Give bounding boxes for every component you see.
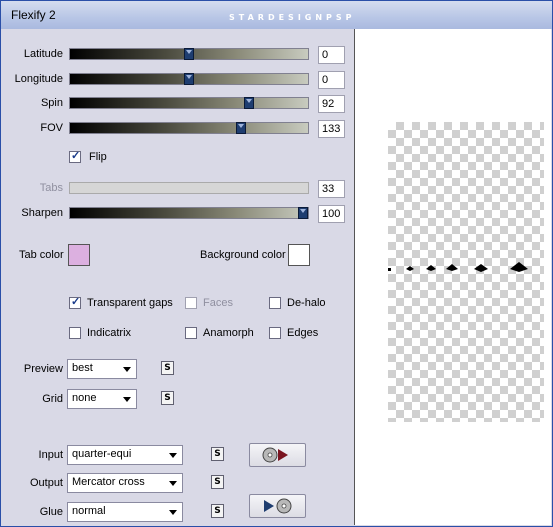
anamorph-label: Anamorph [203, 327, 254, 339]
chevron-down-icon [169, 453, 177, 458]
flexify-dialog: Flexify 2 STARDESIGNPSP Latitude 0 Longi… [0, 0, 553, 527]
transparent-gaps-checkbox[interactable] [69, 295, 81, 309]
slider-thumb[interactable] [236, 122, 247, 134]
play-disc-icon [264, 498, 292, 514]
longitude-label: Longitude [14, 73, 63, 85]
preview-image [388, 262, 528, 272]
chevron-down-icon [123, 367, 131, 372]
tab-color-swatch[interactable] [68, 244, 90, 266]
longitude-slider[interactable] [69, 73, 309, 85]
latitude-label: Latitude [23, 48, 63, 60]
chevron-down-icon [169, 481, 177, 486]
input-select-value: quarter-equi [72, 448, 132, 460]
tabs-value[interactable]: 33 [318, 180, 345, 198]
flip-checkbox[interactable] [69, 149, 81, 163]
grid-label: Grid [42, 393, 63, 405]
de-halo-label: De-halo [287, 297, 326, 309]
glue-s-button[interactable]: S [211, 504, 224, 518]
longitude-value[interactable]: 0 [318, 71, 345, 89]
background-color-swatch[interactable] [288, 244, 310, 266]
latitude-slider[interactable] [69, 48, 309, 60]
transparent-gaps-label: Transparent gaps [87, 297, 173, 309]
flip-label: Flip [89, 151, 107, 163]
window-title: Flexify 2 [11, 8, 56, 22]
de-halo-checkbox[interactable] [269, 297, 281, 309]
indicatrix-checkbox[interactable] [69, 327, 81, 339]
slider-thumb[interactable] [184, 73, 194, 85]
spin-label: Spin [40, 97, 63, 109]
slider-thumb[interactable] [243, 97, 254, 109]
tabs-slider[interactable] [69, 182, 309, 194]
disc-play-icon [262, 447, 288, 463]
grid-s-button[interactable]: S [161, 391, 174, 405]
output-s-button[interactable]: S [211, 475, 224, 489]
preview-select[interactable]: best [67, 359, 137, 379]
apply-input-button[interactable] [249, 443, 306, 467]
preview-label: Preview [23, 363, 63, 375]
tabs-label: Tabs [39, 182, 63, 194]
preview-s-button[interactable]: S [161, 361, 174, 375]
chevron-down-icon [169, 510, 177, 515]
chevron-down-icon [123, 397, 131, 402]
input-s-button[interactable]: S [211, 447, 224, 461]
fov-value[interactable]: 133 [318, 120, 345, 138]
output-select[interactable]: Mercator cross [67, 473, 183, 493]
sharpen-slider[interactable] [69, 207, 309, 219]
fov-label: FOV [40, 122, 63, 134]
preview-canvas [388, 122, 544, 422]
spin-slider[interactable] [69, 97, 309, 109]
faces-checkbox[interactable] [185, 297, 197, 309]
sharpen-value[interactable]: 100 [318, 205, 345, 223]
faces-label: Faces [203, 297, 233, 309]
edges-label: Edges [287, 327, 319, 339]
brand-watermark: STARDESIGNPSP [229, 13, 356, 22]
background-color-label: Background color [200, 249, 286, 261]
tab-color-label: Tab color [19, 249, 64, 261]
apply-output-button[interactable] [249, 494, 306, 518]
preview-select-value: best [72, 362, 93, 374]
output-select-value: Mercator cross [72, 476, 145, 488]
fov-slider[interactable] [69, 122, 309, 134]
indicatrix-label: Indicatrix [87, 327, 132, 339]
sharpen-label: Sharpen [21, 207, 63, 219]
output-label: Output [29, 477, 63, 489]
glue-select-value: normal [72, 505, 106, 517]
spin-value[interactable]: 92 [318, 95, 345, 113]
grid-select[interactable]: none [67, 389, 137, 409]
slider-thumb[interactable] [298, 207, 308, 219]
grid-select-value: none [72, 392, 97, 404]
glue-select[interactable]: normal [67, 502, 183, 522]
input-select[interactable]: quarter-equi [67, 445, 183, 465]
latitude-value[interactable]: 0 [318, 46, 345, 64]
edges-checkbox[interactable] [269, 327, 281, 339]
anamorph-checkbox[interactable] [185, 327, 197, 339]
glue-label: Glue [39, 506, 63, 518]
slider-thumb[interactable] [184, 48, 194, 60]
title-bar: Flexify 2 STARDESIGNPSP [1, 1, 552, 29]
preview-pane [354, 29, 551, 525]
input-label: Input [38, 449, 63, 461]
controls-panel: Latitude 0 Longitude 0 Spin 92 FOV 133 F… [3, 29, 351, 525]
